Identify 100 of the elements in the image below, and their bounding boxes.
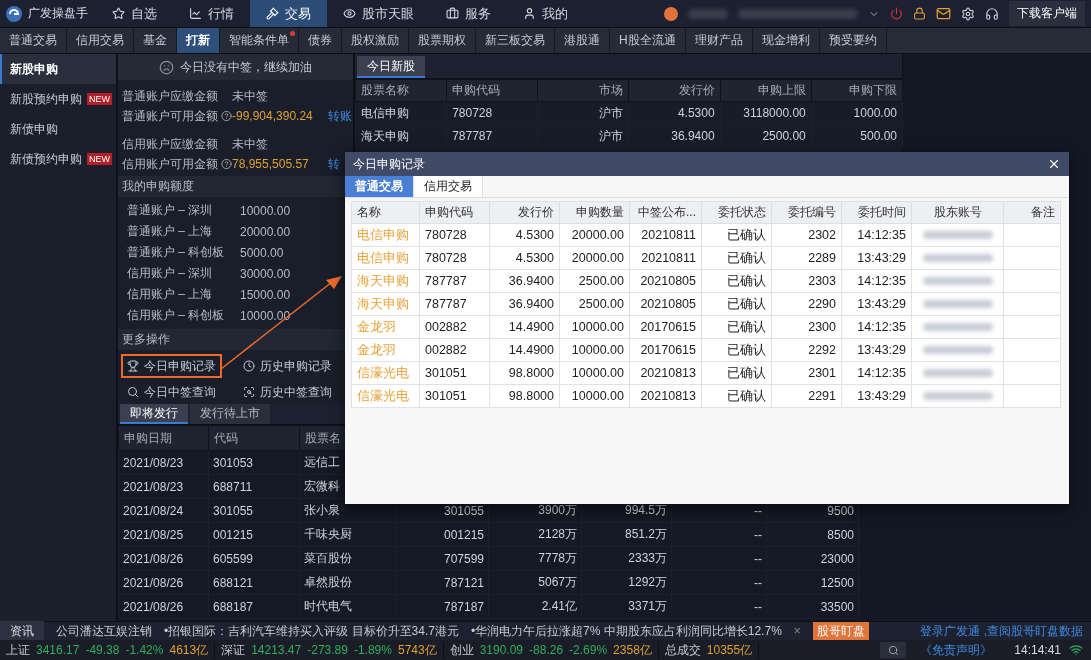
sub-tab[interactable]: 股票期权 [409,28,476,53]
panel-tab[interactable]: 今日新股 [357,56,425,78]
sidebar-item[interactable]: 新债申购 [0,114,116,144]
sub-tab[interactable]: 债券 [299,28,342,53]
table-cell: 851.2万 [581,522,672,547]
table-cell: 500.00 [811,124,903,148]
table-cell: 12500 [766,570,859,595]
quota-value: 10000.00 [240,203,291,218]
dialog-tab[interactable]: 信用交易 [414,176,483,197]
index-change: -273.89 [307,643,348,657]
nav-tab[interactable]: 服务 [430,0,507,27]
field-value: -99,904,390.24 [232,109,314,124]
table-cell: 301053 [208,450,300,475]
stock-name: 电信申购 [351,223,420,247]
nav-tab[interactable]: 行情 [173,0,250,27]
column-header: 委托编号 [771,201,842,224]
index-change: -88.26 [529,643,564,657]
column-header: 申购日期 [118,425,209,451]
table-cell: 2021/08/26 [118,546,209,571]
new-badge: NEW [87,93,112,105]
column-header: 代码 [208,425,300,451]
sub-tab[interactable]: 智能条件单 [220,28,299,53]
close-mark[interactable]: × [793,624,801,638]
table-cell: 2021/08/24 [118,498,209,523]
column-header: 申购上限 [720,79,812,102]
table-cell: 1292万 [581,570,672,595]
table-cell: 2021/08/26 [118,570,209,595]
nav-tab[interactable]: 股市天眼 [327,0,430,27]
column-header: 发行价 [628,79,721,102]
nav-tab[interactable]: 自选 [96,0,173,27]
table-cell: 5067万 [488,570,582,595]
notice-text: 今日没有中签，继续加油 [180,58,312,76]
sidebar-item[interactable]: 新股预约申购 NEW [0,84,116,114]
dialog-tab[interactable]: 普通交易 [345,176,414,197]
table-cell: 2.41亿 [488,594,582,619]
action-button[interactable]: 今日中签查询 [121,380,222,404]
sub-tab[interactable]: 普通交易 [0,28,67,53]
table-cell: 2333万 [581,546,672,571]
quota-label: 普通账户 – 上海 [127,223,214,241]
index-percent: -1.42% [125,643,164,657]
nav-tab[interactable]: 交易 [250,0,327,27]
table-cell: 33500 [766,594,859,619]
panel-tab[interactable]: 即将发行 [120,404,188,424]
index-turnover: 2358亿 [613,641,652,659]
table-cell: -- [671,570,767,595]
panel-tab[interactable]: 发行待上市 [190,404,270,424]
table-cell: 4.5300 [628,101,721,125]
sub-tab[interactable]: 预受要约 [819,28,887,53]
table-cell: 787121 [396,570,489,595]
table-cell: 36.9400 [628,124,721,148]
column-header: 市场 [537,79,629,102]
column-header: 委托时间 [841,201,912,224]
news-headline[interactable]: •华润电力午后拉涨超7% 中期股东应占利润同比增长12.7% [470,622,782,640]
transfer-link[interactable]: 转账 [328,107,352,125]
sub-tab[interactable]: 打新 [177,28,220,53]
table-cell: 707599 [396,546,489,571]
nav-tab[interactable]: 我的 [507,0,584,27]
action-button[interactable]: 历史中签查询 [237,380,338,404]
column-header: 申购代码 [446,79,538,102]
index-change: -49.38 [85,643,120,657]
stock-name: 电信申购 [351,246,420,270]
table-cell: 7778万 [488,546,582,571]
table-cell: 688711 [208,474,300,499]
login-link[interactable]: 登录广发通 ,查阅股哥盯盘数据 [920,622,1091,640]
sidebar-item[interactable]: 新债预约申购 NEW [0,144,116,174]
column-header: 发行价 [489,201,560,224]
sub-tab[interactable]: 信用交易 [67,28,134,53]
table-cell: 电信申购 [355,101,447,125]
quota-label: 信用账户 – 深圳 [127,265,214,283]
dialog-title: 今日申购记录 [353,155,425,173]
disclaimer-link[interactable]: 《免责声明》 [906,641,1007,659]
sub-tab[interactable]: 理财产品 [685,28,753,53]
index-percent: -1.89% [353,643,392,657]
quota-value: 20000.00 [240,224,291,239]
download-button[interactable]: 下载客户端 [1009,1,1085,26]
news-headline[interactable]: •招银国际：吉利汽车维持买入评级 目标价升至34.7港元 [164,622,459,640]
field-value: 78,955,505.57 [232,157,310,172]
table-cell: 千味央厨 [299,522,397,547]
action-button[interactable]: 历史申购记录 [237,354,338,378]
sub-tab[interactable]: H股全流通 [610,28,686,53]
table-cell: 688187 [208,594,300,619]
turnover-value: 10355亿 [706,641,753,659]
table-cell: 2500.00 [720,124,812,148]
sidebar-item[interactable]: 新股申购 [0,54,116,84]
column-header: 申购下限 [811,79,903,102]
action-button[interactable]: 今日申购记录 [121,354,222,378]
sub-tab[interactable]: 新三板交易 [476,28,555,53]
index-turnover: 4613亿 [169,641,209,659]
field-label: 普通账户可用金额 [122,107,218,125]
table-cell: 沪市 [537,101,629,125]
index-value: 3190.09 [479,643,524,657]
stock-name: 海天申购 [351,292,420,316]
sub-tab[interactable]: 现金增利 [752,28,820,53]
news-headline[interactable]: 公司潘达互娱注销 [56,622,152,640]
quota-label: 普通账户 – 科创板 [127,244,226,262]
sub-tab[interactable]: 港股通 [555,28,610,53]
transfer-link[interactable]: 转 [328,155,340,173]
column-header: 备注 [1003,201,1061,224]
sub-tab[interactable]: 股权激励 [342,28,409,53]
field-label: 信用账户应缴金额 [122,135,218,153]
